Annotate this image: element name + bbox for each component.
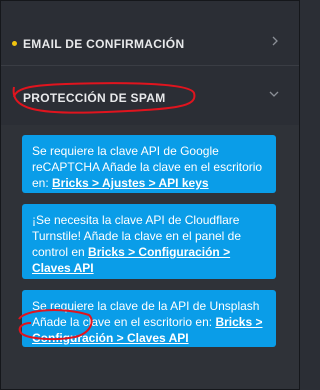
status-dot	[12, 41, 17, 46]
settings-panel: EMAIL DE CONFIRMACIÓN PROTECCIÓN DE SPAM…	[0, 0, 300, 390]
info-recaptcha: Se requiere la clave API de Google reCAP…	[22, 135, 276, 193]
section-spam-protection[interactable]: PROTECCIÓN DE SPAM	[1, 65, 299, 126]
settings-link[interactable]: Bricks > Ajustes > API keys	[52, 176, 209, 190]
chevron-right-icon[interactable]	[271, 35, 279, 49]
info-turnstile: ¡Se necesita la clave API de Cloudflare …	[22, 204, 276, 279]
info-unsplash: Se requiere la clave de la API de Unspla…	[22, 290, 276, 347]
section-title-email: EMAIL DE CONFIRMACIÓN	[23, 37, 185, 51]
section-email-confirmation[interactable]: EMAIL DE CONFIRMACIÓN	[1, 1, 299, 66]
spam-protection-content: Se requiere la clave API de Google reCAP…	[1, 125, 299, 389]
section-title-spam: PROTECCIÓN DE SPAM	[23, 91, 166, 105]
chevron-down-icon[interactable]	[269, 87, 279, 101]
